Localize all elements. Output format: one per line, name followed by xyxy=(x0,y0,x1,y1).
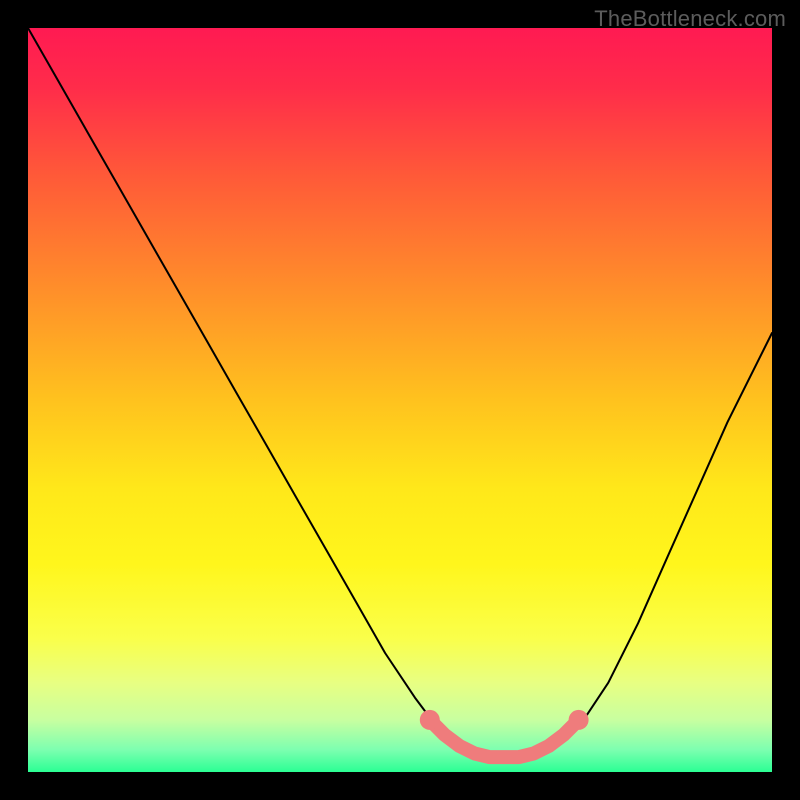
optimal-range-endpoint xyxy=(420,710,440,730)
chart-frame: TheBottleneck.com xyxy=(0,0,800,800)
plot-area xyxy=(28,28,772,772)
optimal-range-endpoint xyxy=(569,710,589,730)
bottleneck-chart xyxy=(28,28,772,772)
gradient-background xyxy=(28,28,772,772)
